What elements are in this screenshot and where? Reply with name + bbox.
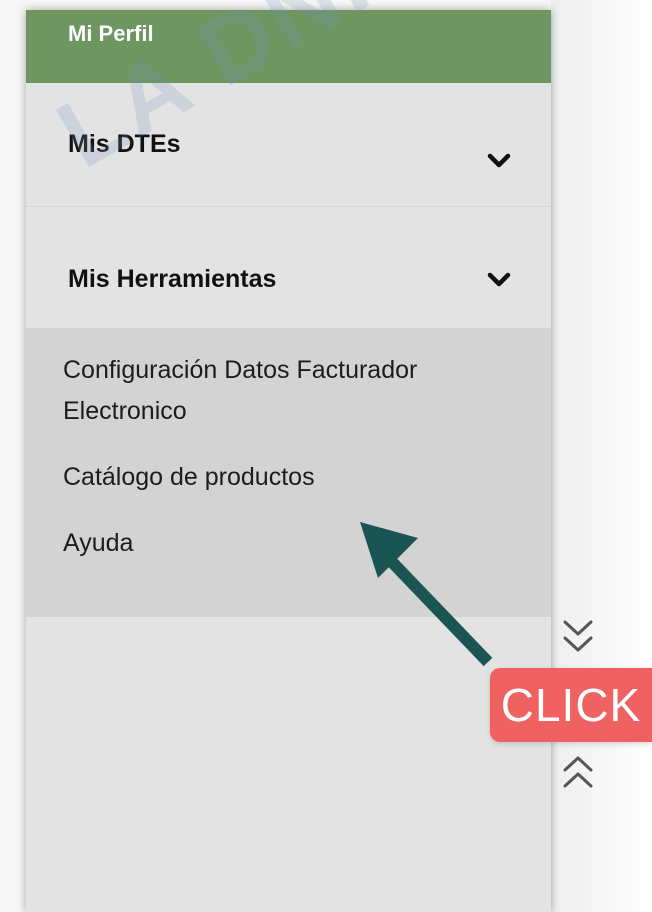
sidebar: Mi Perfil Mis DTEs Mis Herramientas Conf… bbox=[26, 10, 551, 912]
click-badge: CLICK bbox=[490, 668, 652, 742]
submenu-item-label: Configuración Datos Facturador Electroni… bbox=[63, 356, 418, 425]
section-label: Mis DTEs bbox=[68, 130, 181, 158]
profile-label: Mi Perfil bbox=[68, 21, 154, 46]
submenu-item-catalogo-productos[interactable]: Catálogo de productos bbox=[26, 457, 551, 498]
double-chevron-down-icon[interactable] bbox=[560, 614, 596, 660]
submenu-item-label: Catálogo de productos bbox=[63, 463, 315, 491]
submenu-item-ayuda[interactable]: Ayuda bbox=[26, 523, 551, 564]
double-chevron-up-icon[interactable] bbox=[560, 750, 596, 796]
menu-section-mis-dtes[interactable]: Mis DTEs bbox=[26, 83, 551, 207]
profile-link[interactable]: Mi Perfil bbox=[26, 10, 551, 83]
herramientas-submenu: Configuración Datos Facturador Electroni… bbox=[26, 328, 551, 617]
section-label: Mis Herramientas bbox=[68, 265, 277, 293]
chevron-down-icon bbox=[487, 153, 511, 168]
submenu-item-configuracion[interactable]: Configuración Datos Facturador Electroni… bbox=[26, 350, 551, 432]
menu-section-mis-herramientas[interactable]: Mis Herramientas bbox=[26, 207, 551, 328]
click-badge-label: CLICK bbox=[500, 679, 642, 731]
submenu-item-label: Ayuda bbox=[63, 529, 134, 557]
chevron-down-icon bbox=[487, 272, 511, 287]
